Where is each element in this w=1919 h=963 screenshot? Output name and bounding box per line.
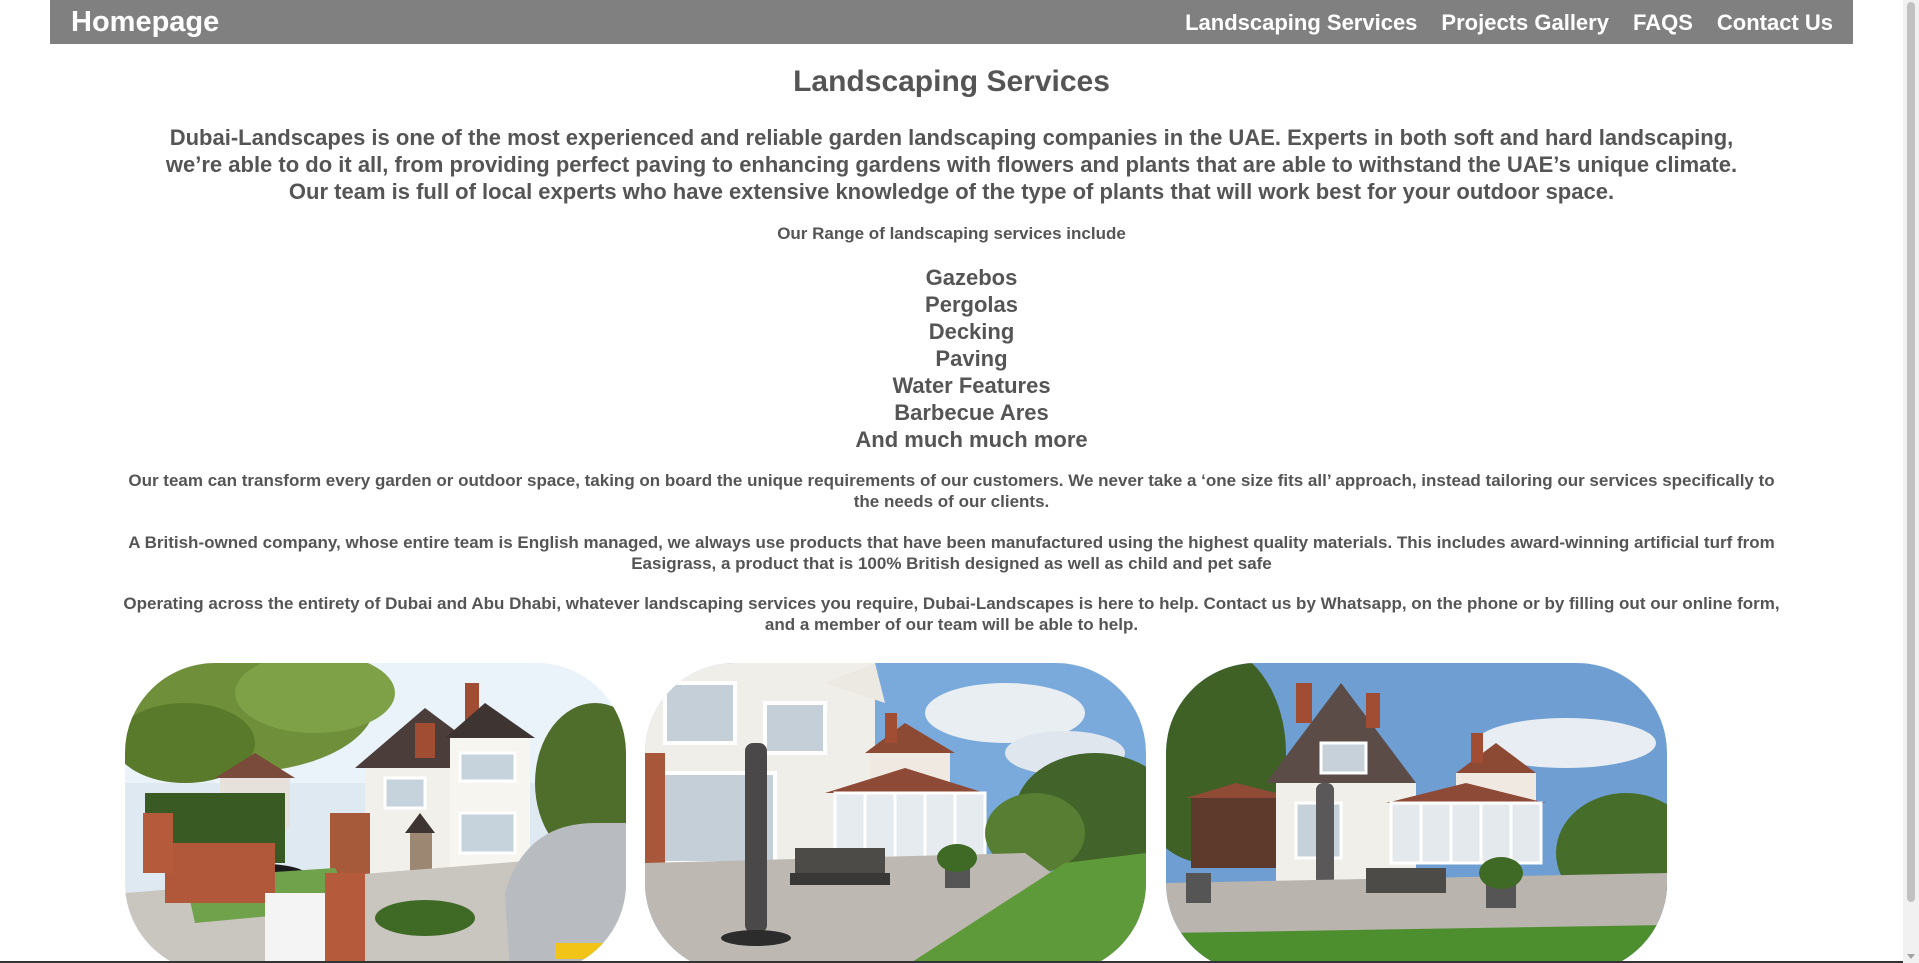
services-list: Gazebos Pergolas Decking Paving Water Fe… xyxy=(0,264,1919,453)
nav-links: Landscaping Services Projects Gallery FA… xyxy=(1185,9,1833,37)
services-range-heading: Our Range of landscaping services includ… xyxy=(777,224,1126,243)
service-item-paving: Paving xyxy=(935,346,1008,371)
british-company-paragraph: A British-owned company, whose entire te… xyxy=(128,533,1775,573)
service-item-pergolas: Pergolas xyxy=(925,292,1018,317)
homepage-link[interactable]: Homepage xyxy=(71,5,219,39)
nav-link-projects-gallery[interactable]: Projects Gallery xyxy=(1441,9,1609,37)
scroll-down-arrow-icon[interactable] xyxy=(1907,954,1915,959)
service-item-gazebos: Gazebos xyxy=(925,265,1018,290)
nav-link-faqs[interactable]: FAQS xyxy=(1633,9,1693,37)
tailored-services-paragraph: Our team can transform every garden or o… xyxy=(128,471,1775,511)
nav-link-landscaping-services[interactable]: Landscaping Services xyxy=(1185,9,1417,37)
patio-garden-photo xyxy=(645,663,1146,963)
nav-link-contact-us[interactable]: Contact Us xyxy=(1717,9,1833,37)
scrollbar-thumb[interactable] xyxy=(1907,2,1915,902)
page-title: Landscaping Services xyxy=(793,65,1110,98)
house-front-photo xyxy=(125,663,626,963)
service-item-more: And much much more xyxy=(855,427,1088,452)
coverage-paragraph: Operating across the entirety of Dubai a… xyxy=(123,594,1780,634)
service-item-water-features: Water Features xyxy=(892,373,1051,398)
rear-house-photo xyxy=(1166,663,1667,963)
intro-paragraph: Dubai-Landscapes is one of the most expe… xyxy=(165,125,1738,204)
service-item-barbecue-areas: Barbecue Ares xyxy=(894,400,1049,425)
vertical-scrollbar[interactable] xyxy=(1903,0,1919,963)
top-navbar: Homepage Landscaping Services Projects G… xyxy=(50,0,1853,44)
page: Homepage Landscaping Services Projects G… xyxy=(0,0,1919,963)
service-item-decking: Decking xyxy=(928,319,1015,344)
